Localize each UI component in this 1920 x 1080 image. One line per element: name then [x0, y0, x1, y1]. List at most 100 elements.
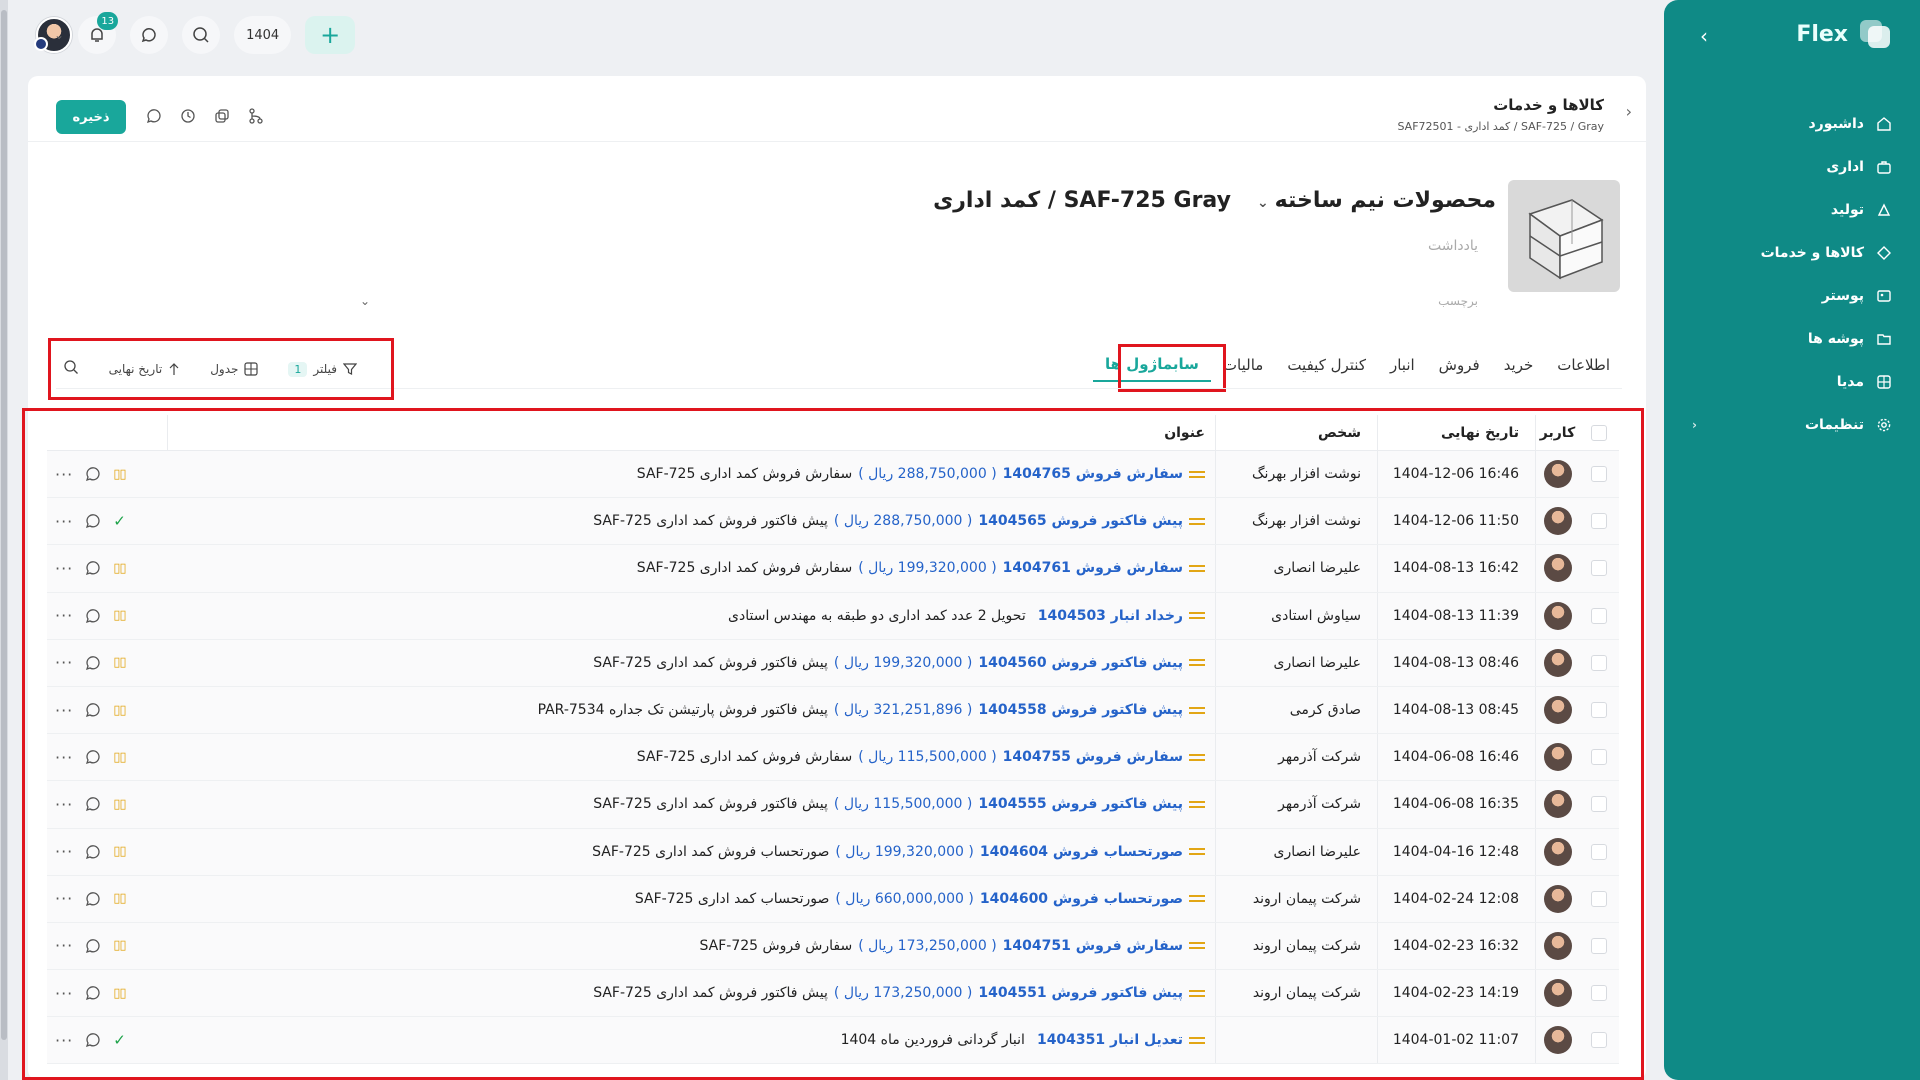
table-row[interactable]: 1404-12-06 16:46 نوشت افزار بهرنگ سفارش … — [47, 451, 1619, 499]
row-document-link[interactable]: تعدیل انبار 1404351 — [1037, 1032, 1183, 1048]
comment-icon[interactable] — [85, 608, 101, 624]
history-icon[interactable] — [178, 106, 198, 126]
fiscal-year-selector[interactable]: 1404 — [234, 16, 292, 54]
row-document-link[interactable]: پیش فاکتور فروش 1404558 — [978, 702, 1183, 718]
more-icon[interactable]: ··· — [55, 465, 73, 484]
more-icon[interactable]: ··· — [55, 795, 73, 814]
add-button[interactable]: + — [305, 16, 356, 54]
row-checkbox[interactable] — [1579, 749, 1619, 766]
row-document-link[interactable]: صورتحساب فروش 1404600 — [980, 891, 1183, 907]
row-checkbox[interactable] — [1579, 607, 1619, 624]
table-row[interactable]: 1404-01-02 11:07 تعدیل انبار 1404351 انب… — [47, 1017, 1619, 1065]
save-button[interactable]: ذخیره — [56, 100, 126, 134]
comment-icon[interactable] — [85, 655, 101, 671]
more-icon[interactable]: ··· — [55, 842, 73, 861]
comment-icon[interactable] — [85, 985, 101, 1001]
search-button[interactable] — [182, 16, 221, 54]
row-checkbox[interactable] — [1579, 654, 1619, 671]
table-row[interactable]: 1404-08-13 08:46 علیرضا انصاری پیش فاکتو… — [47, 639, 1619, 687]
sidebar-item-media[interactable]: مدیا — [1664, 360, 1920, 403]
table-row[interactable]: 1404-08-13 11:39 سیاوش استادی رخداد انبا… — [47, 592, 1619, 640]
table-search-icon[interactable] — [63, 359, 79, 379]
comment-icon[interactable] — [85, 1032, 101, 1048]
row-document-link[interactable]: پیش فاکتور فروش 1404565 — [978, 513, 1183, 529]
comment-icon[interactable] — [85, 749, 101, 765]
more-icon[interactable]: ··· — [55, 889, 73, 908]
comment-icon[interactable] — [85, 844, 101, 860]
workflow-icon[interactable] — [246, 106, 266, 126]
table-row[interactable]: 1404-08-13 08:45 صادق کرمی پیش فاکتور فر… — [47, 686, 1619, 735]
row-checkbox[interactable] — [1579, 937, 1619, 954]
tab-sales[interactable]: فروش — [1427, 348, 1492, 382]
comment-icon[interactable] — [85, 466, 101, 482]
table-row[interactable]: 1404-04-16 12:48 علیرضا انصاری صورتحساب … — [47, 828, 1619, 876]
comment-icon[interactable] — [85, 513, 101, 529]
row-checkbox[interactable] — [1579, 985, 1619, 1002]
col-title[interactable]: عنوان — [167, 415, 1215, 450]
brand[interactable]: Flex — [1796, 18, 1892, 50]
tab-warehouse[interactable]: انبار — [1378, 348, 1427, 382]
col-user[interactable]: کاربر — [1535, 415, 1579, 450]
comment-icon[interactable] — [144, 106, 164, 126]
row-document-link[interactable]: پیش فاکتور فروش 1404555 — [978, 796, 1183, 812]
row-checkbox[interactable] — [1579, 843, 1619, 860]
select-all-checkbox[interactable] — [1579, 424, 1619, 441]
row-document-link[interactable]: سفارش فروش 1404765 — [1003, 466, 1183, 482]
sidebar-item-poster[interactable]: پوستر — [1664, 274, 1920, 317]
page-scrollbar[interactable] — [0, 0, 8, 1080]
more-icon[interactable]: ··· — [55, 984, 73, 1003]
row-checkbox[interactable] — [1579, 796, 1619, 813]
comment-icon[interactable] — [85, 796, 101, 812]
comment-icon[interactable] — [85, 702, 101, 718]
breadcrumb-title[interactable]: کالاها و خدمات — [1397, 96, 1604, 114]
row-document-link[interactable]: سفارش فروش 1404761 — [1003, 560, 1183, 576]
row-document-link[interactable]: پیش فاکتور فروش 1404551 — [978, 985, 1183, 1001]
copy-icon[interactable] — [212, 106, 232, 126]
table-row[interactable]: 1404-06-08 16:46 شرکت آذرمهر سفارش فروش … — [47, 734, 1619, 782]
tag-field[interactable]: برچسب — [1438, 294, 1478, 308]
sidebar-item-folders[interactable]: پوشه ها — [1664, 317, 1920, 360]
more-icon[interactable]: ··· — [55, 1031, 73, 1050]
more-icon[interactable]: ··· — [55, 936, 73, 955]
sort-button[interactable]: تاریخ نهایی — [109, 362, 181, 376]
more-icon[interactable]: ··· — [55, 701, 73, 720]
user-menu[interactable]: ⌄ — [34, 17, 72, 53]
comment-icon[interactable] — [85, 891, 101, 907]
product-image[interactable] — [1508, 180, 1620, 292]
more-icon[interactable]: ··· — [55, 559, 73, 578]
sidebar-item-dashboard[interactable]: داشبورد — [1664, 102, 1920, 145]
sidebar-item-production[interactable]: تولید — [1664, 188, 1920, 231]
scrollbar-thumb[interactable] — [1, 10, 7, 1040]
tab-quality-control[interactable]: کنترل کیفیت — [1275, 348, 1378, 382]
table-row[interactable]: 1404-02-23 14:19 شرکت پیمان اروند پیش فا… — [47, 970, 1619, 1018]
collapse-sidebar-icon[interactable]: ‹ — [1700, 24, 1708, 48]
table-row[interactable]: 1404-02-24 12:08 شرکت پیمان اروند صورتحس… — [47, 875, 1619, 923]
row-checkbox[interactable] — [1579, 890, 1619, 907]
row-checkbox[interactable] — [1579, 513, 1619, 530]
comment-icon[interactable] — [85, 560, 101, 576]
table-row[interactable]: 1404-06-08 16:35 شرکت آذرمهر پیش فاکتور … — [47, 781, 1619, 829]
more-icon[interactable]: ··· — [55, 512, 73, 531]
more-icon[interactable]: ··· — [55, 606, 73, 625]
product-category[interactable]: محصولات نیم ساخته ⌄ — [1257, 188, 1496, 213]
table-row[interactable]: 1404-08-13 16:42 علیرضا انصاری سفارش فرو… — [47, 545, 1619, 593]
sidebar-item-settings[interactable]: تنظیمات ‹ — [1664, 403, 1920, 446]
col-person[interactable]: شخص — [1215, 415, 1377, 450]
tab-info[interactable]: اطلاعات — [1545, 348, 1622, 382]
row-document-link[interactable]: سفارش فروش 1404751 — [1003, 938, 1183, 954]
row-document-link[interactable]: سفارش فروش 1404755 — [1003, 749, 1183, 765]
expand-chevron-icon[interactable]: ⌄ — [360, 294, 370, 308]
back-chevron-icon[interactable]: › — [1626, 102, 1632, 121]
row-checkbox[interactable] — [1579, 1032, 1619, 1049]
sidebar-item-products[interactable]: کالاها و خدمات — [1664, 231, 1920, 274]
row-checkbox[interactable] — [1579, 466, 1619, 483]
notifications-button[interactable]: 13 — [78, 12, 119, 54]
table-row[interactable]: 1404-12-06 11:50 نوشت افزار بهرنگ پیش فا… — [47, 498, 1619, 546]
more-icon[interactable]: ··· — [55, 653, 73, 672]
view-toggle-button[interactable]: جدول — [210, 362, 259, 376]
col-date[interactable]: تاریخ نهایی — [1377, 415, 1535, 450]
row-document-link[interactable]: صورتحساب فروش 1404604 — [980, 844, 1183, 860]
comment-icon[interactable] — [85, 938, 101, 954]
tab-purchase[interactable]: خرید — [1492, 348, 1546, 382]
table-row[interactable]: 1404-02-23 16:32 شرکت پیمان اروند سفارش … — [47, 922, 1619, 971]
